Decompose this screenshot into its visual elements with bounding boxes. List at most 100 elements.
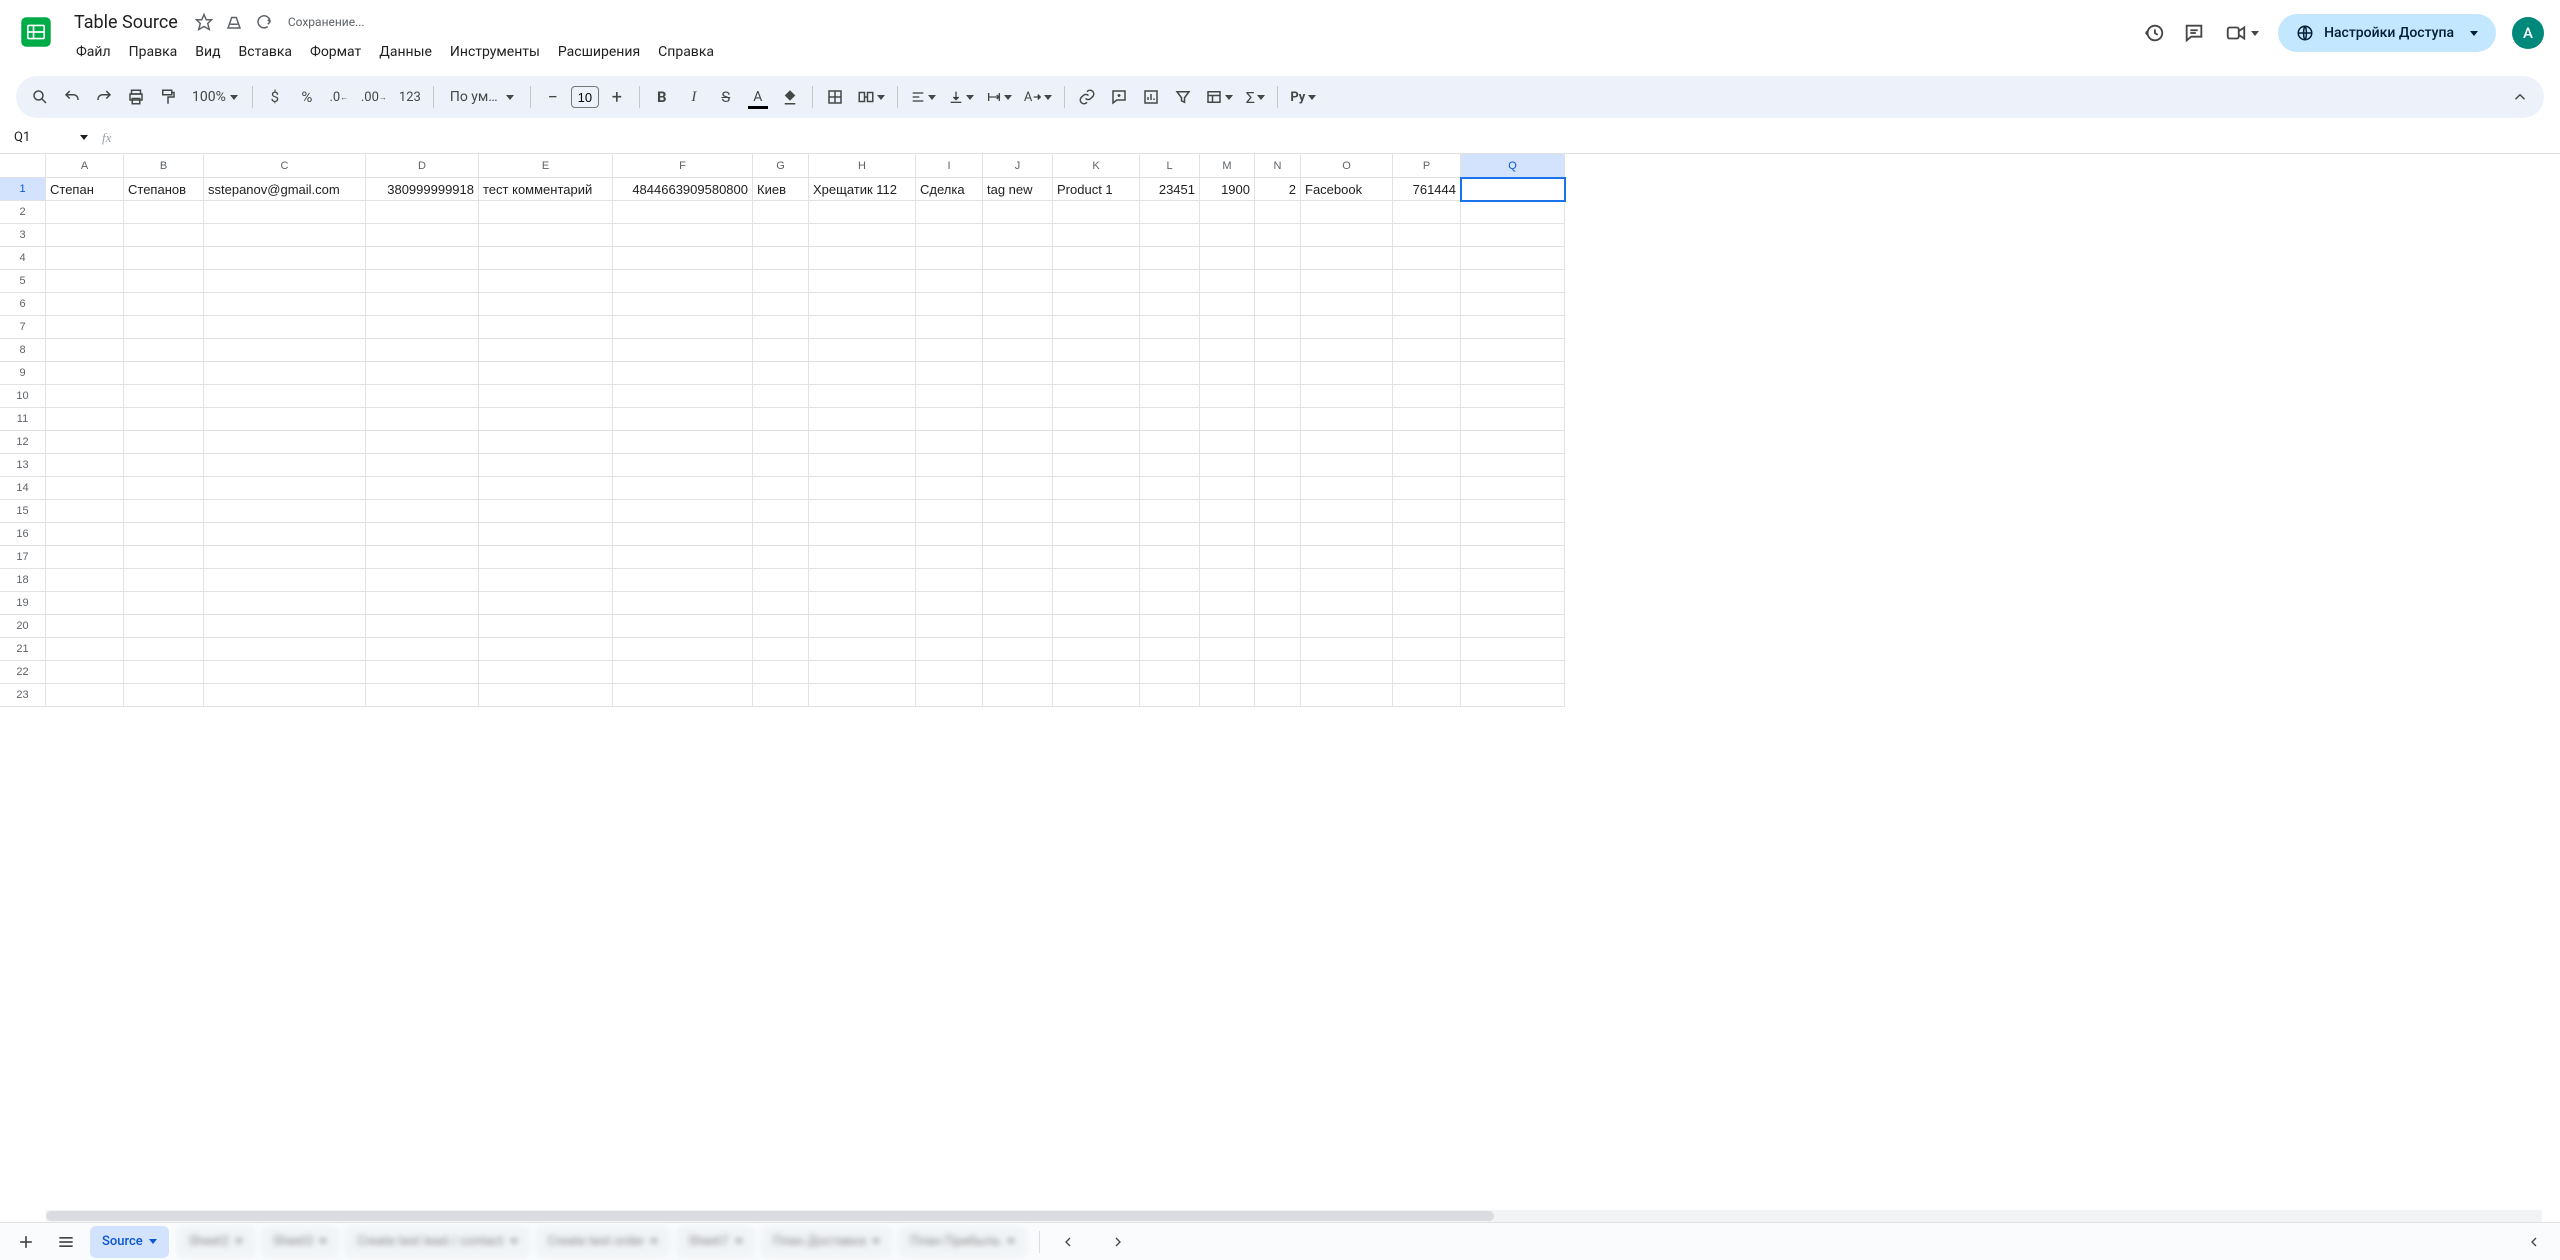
cell-I21[interactable] xyxy=(916,638,983,661)
cell-B23[interactable] xyxy=(124,684,204,707)
tab-scroll-right-icon[interactable] xyxy=(1102,1226,1134,1258)
row-head-17[interactable]: 17 xyxy=(0,546,46,569)
cell-P22[interactable] xyxy=(1393,661,1461,684)
cell-N19[interactable] xyxy=(1255,592,1301,615)
cell-A2[interactable] xyxy=(46,201,124,224)
cell-M8[interactable] xyxy=(1200,339,1255,362)
col-head-O[interactable]: O xyxy=(1301,154,1393,178)
cell-L20[interactable] xyxy=(1140,615,1200,638)
cell-J8[interactable] xyxy=(983,339,1053,362)
cell-F5[interactable] xyxy=(613,270,753,293)
cell-O23[interactable] xyxy=(1301,684,1393,707)
cell-K6[interactable] xyxy=(1053,293,1140,316)
cell-H5[interactable] xyxy=(809,270,916,293)
col-head-K[interactable]: K xyxy=(1053,154,1140,178)
cell-H10[interactable] xyxy=(809,385,916,408)
cell-H22[interactable] xyxy=(809,661,916,684)
cell-B17[interactable] xyxy=(124,546,204,569)
cell-I19[interactable] xyxy=(916,592,983,615)
cell-P17[interactable] xyxy=(1393,546,1461,569)
cell-B9[interactable] xyxy=(124,362,204,385)
menu-data[interactable]: Данные xyxy=(371,40,440,64)
cell-L7[interactable] xyxy=(1140,316,1200,339)
cell-Q3[interactable] xyxy=(1461,224,1565,247)
cell-M17[interactable] xyxy=(1200,546,1255,569)
sheet-tab-blurred-6[interactable]: План Прибыль xyxy=(898,1226,1027,1258)
cell-G2[interactable] xyxy=(753,201,809,224)
cell-N20[interactable] xyxy=(1255,615,1301,638)
sheet-tab-blurred-2[interactable]: Create test lead / contact xyxy=(345,1226,529,1258)
cell-M23[interactable] xyxy=(1200,684,1255,707)
cell-M2[interactable] xyxy=(1200,201,1255,224)
cell-J21[interactable] xyxy=(983,638,1053,661)
menu-insert[interactable]: Вставка xyxy=(231,40,300,64)
cell-N3[interactable] xyxy=(1255,224,1301,247)
cell-G21[interactable] xyxy=(753,638,809,661)
cell-L10[interactable] xyxy=(1140,385,1200,408)
cell-B2[interactable] xyxy=(124,201,204,224)
cell-H18[interactable] xyxy=(809,569,916,592)
cell-C8[interactable] xyxy=(204,339,366,362)
cell-M5[interactable] xyxy=(1200,270,1255,293)
formula-input[interactable] xyxy=(119,136,2560,140)
cell-J9[interactable] xyxy=(983,362,1053,385)
cell-H13[interactable] xyxy=(809,454,916,477)
cell-D13[interactable] xyxy=(366,454,479,477)
cell-C13[interactable] xyxy=(204,454,366,477)
cell-Q19[interactable] xyxy=(1461,592,1565,615)
cell-F21[interactable] xyxy=(613,638,753,661)
menu-format[interactable]: Формат xyxy=(302,40,369,64)
meet-icon[interactable] xyxy=(2222,21,2262,45)
link-icon[interactable] xyxy=(1073,83,1101,111)
cell-P23[interactable] xyxy=(1393,684,1461,707)
cell-G18[interactable] xyxy=(753,569,809,592)
cell-I23[interactable] xyxy=(916,684,983,707)
row-head-6[interactable]: 6 xyxy=(0,293,46,316)
paint-format-icon[interactable] xyxy=(154,83,182,111)
cell-P12[interactable] xyxy=(1393,431,1461,454)
cell-H15[interactable] xyxy=(809,500,916,523)
cell-C5[interactable] xyxy=(204,270,366,293)
decrease-decimal-icon[interactable]: .0← xyxy=(325,83,353,111)
cell-P14[interactable] xyxy=(1393,477,1461,500)
cell-I15[interactable] xyxy=(916,500,983,523)
cell-E17[interactable] xyxy=(479,546,613,569)
sheet-tab-blurred-1[interactable]: Sheet3 xyxy=(261,1226,339,1258)
cell-A11[interactable] xyxy=(46,408,124,431)
cell-C18[interactable] xyxy=(204,569,366,592)
bold-icon[interactable]: B xyxy=(648,83,676,111)
cell-C6[interactable] xyxy=(204,293,366,316)
cell-J3[interactable] xyxy=(983,224,1053,247)
cell-P16[interactable] xyxy=(1393,523,1461,546)
cell-J5[interactable] xyxy=(983,270,1053,293)
cell-E5[interactable] xyxy=(479,270,613,293)
cell-P20[interactable] xyxy=(1393,615,1461,638)
zoom-select[interactable]: 100% xyxy=(186,83,244,111)
move-to-drive-icon[interactable] xyxy=(224,12,244,32)
fill-color-icon[interactable] xyxy=(776,83,804,111)
cell-Q13[interactable] xyxy=(1461,454,1565,477)
cell-A23[interactable] xyxy=(46,684,124,707)
row-head-5[interactable]: 5 xyxy=(0,270,46,293)
cell-E13[interactable] xyxy=(479,454,613,477)
cell-M3[interactable] xyxy=(1200,224,1255,247)
cell-I10[interactable] xyxy=(916,385,983,408)
borders-icon[interactable] xyxy=(821,83,849,111)
cell-O1[interactable]: Facebook xyxy=(1301,178,1393,201)
cell-L19[interactable] xyxy=(1140,592,1200,615)
horizontal-scrollbar[interactable] xyxy=(46,1210,2542,1222)
cell-K19[interactable] xyxy=(1053,592,1140,615)
cell-M18[interactable] xyxy=(1200,569,1255,592)
spreadsheet-grid[interactable]: ABCDEFGHIJKLMNOPQ1СтепанСтепановsstepano… xyxy=(0,154,2560,1222)
app-logo[interactable] xyxy=(16,12,56,52)
cell-F10[interactable] xyxy=(613,385,753,408)
col-head-E[interactable]: E xyxy=(479,154,613,178)
cell-J13[interactable] xyxy=(983,454,1053,477)
cell-I4[interactable] xyxy=(916,247,983,270)
cell-B10[interactable] xyxy=(124,385,204,408)
cell-J11[interactable] xyxy=(983,408,1053,431)
cell-F22[interactable] xyxy=(613,661,753,684)
cell-E21[interactable] xyxy=(479,638,613,661)
cell-D14[interactable] xyxy=(366,477,479,500)
cell-B21[interactable] xyxy=(124,638,204,661)
